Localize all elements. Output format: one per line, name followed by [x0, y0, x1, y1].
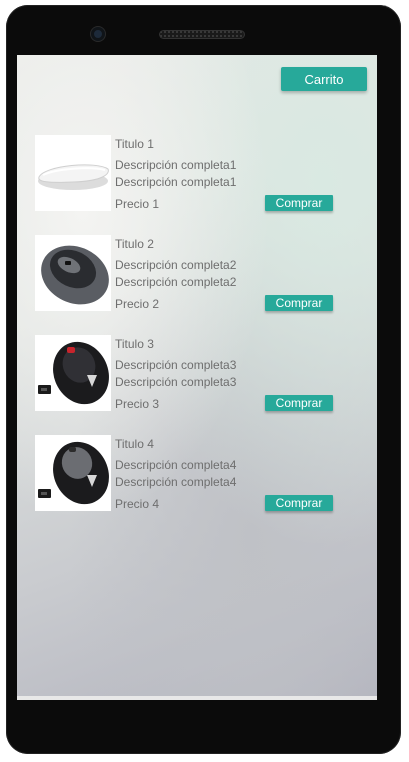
white-mouse-icon — [35, 135, 111, 211]
gray-mouse-icon — [35, 235, 111, 311]
product-title: Titulo 3 — [115, 337, 154, 351]
buy-button[interactable]: Comprar — [265, 395, 333, 411]
product-image — [35, 135, 111, 211]
product-description: Descripción completa4 — [115, 475, 237, 489]
product-item: Titulo 4 Descripción completa4 Descripci… — [35, 435, 365, 515]
product-title: Titulo 1 — [115, 137, 154, 151]
black-red-mouse-icon — [35, 335, 111, 411]
product-price: Precio 3 — [115, 397, 160, 411]
speaker-grille — [159, 30, 245, 39]
product-item: Titulo 3 Descripción completa3 Descripci… — [35, 335, 365, 415]
black-gray-mouse-icon — [35, 435, 111, 511]
product-image — [35, 435, 111, 511]
product-description: Descripción completa2 — [115, 258, 237, 272]
product-description: Descripción completa1 — [115, 158, 237, 172]
product-item: Titulo 1 Descripción completa1 Descripci… — [35, 135, 365, 215]
camera-icon — [91, 27, 105, 41]
product-item: Titulo 2 Descripción completa2 Descripci… — [35, 235, 365, 315]
buy-button[interactable]: Comprar — [265, 295, 333, 311]
product-price: Precio 2 — [115, 297, 160, 311]
product-description: Descripción completa3 — [115, 358, 237, 372]
buy-button[interactable]: Comprar — [265, 195, 333, 211]
product-description: Descripción completa2 — [115, 275, 237, 289]
product-description: Descripción completa1 — [115, 175, 237, 189]
product-image — [35, 235, 111, 311]
bottom-divider — [17, 696, 377, 700]
product-title: Titulo 2 — [115, 237, 154, 251]
product-price: Precio 4 — [115, 497, 160, 511]
product-description: Descripción completa3 — [115, 375, 237, 389]
product-description: Descripción completa4 — [115, 458, 237, 472]
app-screen: Carrito Titulo 1 Descripción completa1 D… — [17, 55, 377, 696]
buy-button[interactable]: Comprar — [265, 495, 333, 511]
product-image — [35, 335, 111, 411]
product-title: Titulo 4 — [115, 437, 154, 451]
product-price: Precio 1 — [115, 197, 160, 211]
cart-button[interactable]: Carrito — [281, 67, 367, 91]
